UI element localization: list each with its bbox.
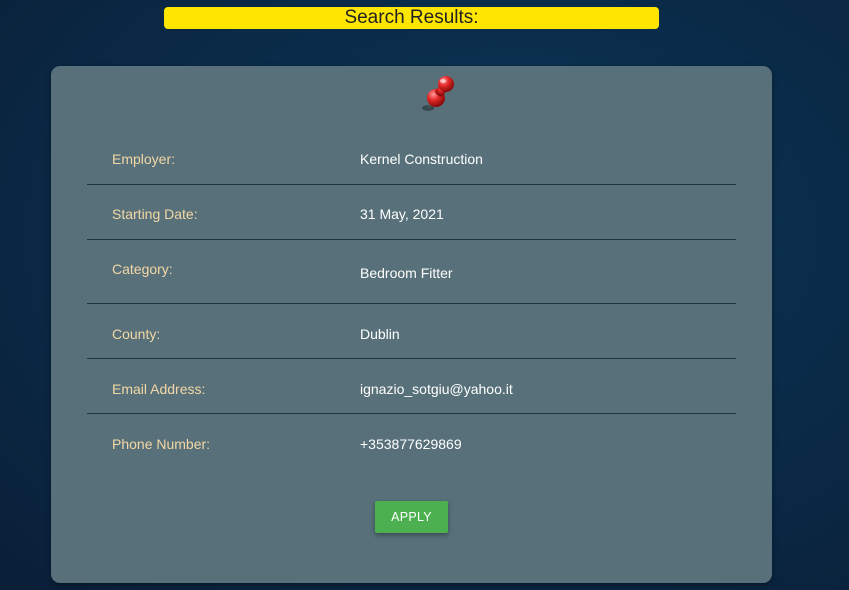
- field-value: Kernel Construction: [360, 151, 483, 167]
- field-row-phone: Phone Number: +353877629869: [87, 414, 736, 468]
- field-value: ignazio_sotgiu@yahoo.it: [360, 381, 513, 397]
- page-title: Search Results:: [344, 7, 479, 28]
- field-label: Email Address:: [112, 381, 206, 397]
- field-row-county: County: Dublin: [87, 304, 736, 359]
- field-value: Bedroom Fitter: [360, 265, 453, 281]
- field-row-email: Email Address: ignazio_sotgiu@yahoo.it: [87, 359, 736, 414]
- field-row-employer: Employer: Kernel Construction: [87, 132, 736, 185]
- field-label: Employer:: [112, 151, 176, 167]
- result-card: Employer: Kernel Construction Starting D…: [51, 66, 772, 583]
- pushpin-icon: [422, 76, 454, 111]
- field-value: +353877629869: [360, 436, 462, 452]
- apply-button[interactable]: APPLY: [375, 501, 448, 533]
- field-row-starting-date: Starting Date: 31 May, 2021: [87, 185, 736, 240]
- field-label: Category:: [112, 261, 173, 277]
- field-value: Dublin: [360, 326, 400, 342]
- search-results-banner: Search Results:: [164, 7, 659, 29]
- field-row-category: Category: Bedroom Fitter: [87, 240, 736, 304]
- field-label: County:: [112, 326, 161, 342]
- field-label: Starting Date:: [112, 206, 198, 222]
- field-value: 31 May, 2021: [360, 206, 444, 222]
- field-label: Phone Number:: [112, 436, 211, 452]
